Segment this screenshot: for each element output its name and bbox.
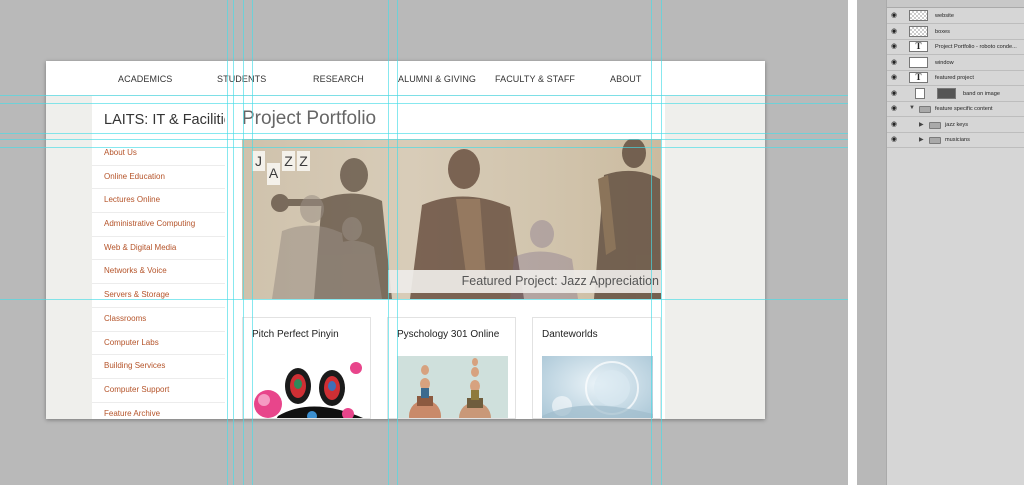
text-layer-icon: T	[909, 72, 928, 83]
eye-icon[interactable]: ◉	[891, 59, 899, 66]
folder-icon	[929, 137, 941, 144]
layer-row[interactable]: ◉ T Project Portfolio - roboto conde...	[887, 39, 1024, 55]
guide-vertical[interactable]	[243, 0, 244, 485]
guide-horizontal[interactable]	[0, 139, 848, 140]
layer-name: featured project	[935, 75, 974, 81]
sidebar-item-computer-support[interactable]: Computer Support	[92, 379, 225, 403]
layer-row[interactable]: ◉ website	[887, 8, 1024, 24]
guide-vertical[interactable]	[651, 0, 652, 485]
layer-thumbnail	[909, 25, 928, 37]
layers-panel: ◉ website ◉ boxes ◉ T Project Portfolio - robo…	[886, 0, 1024, 485]
layer-row[interactable]: ◉ ▶ musicians	[887, 132, 1024, 148]
sidebar-item-building-services[interactable]: Building Services	[92, 355, 225, 379]
eye-icon[interactable]: ◉	[891, 90, 899, 97]
disclosure-right-icon[interactable]: ▶	[919, 121, 924, 128]
sidebar-item-networks-voice[interactable]: Networks & Voice	[92, 260, 225, 285]
folder-icon	[919, 106, 931, 113]
sidebar-item-servers-storage[interactable]: Servers & Storage	[92, 284, 225, 308]
layer-mask-thumbnail	[937, 87, 956, 99]
guide-horizontal[interactable]	[0, 95, 848, 96]
layer-name: jazz keys	[945, 121, 969, 128]
card-title: Pyschology 301 Online	[397, 329, 500, 340]
layers-panel-header	[887, 0, 1024, 8]
main-content: Project Portfolio J A Z Z Featured Proje…	[225, 96, 665, 419]
project-card-pinyin[interactable]: Pitch Perfect Pinyin	[242, 317, 371, 419]
layer-name: feature specific content	[935, 106, 993, 112]
card-title: Danteworlds	[542, 329, 598, 340]
layer-name: band on image	[963, 90, 1001, 97]
photoshop-canvas: ACADEMICS STUDENTS RESEARCH ALUMNI & GIV…	[0, 0, 848, 485]
danteworlds-image	[542, 356, 653, 418]
sidebar-item-feature-archive[interactable]: Feature Archive	[92, 403, 225, 419]
layer-row[interactable]: ◉ ▼ feature specific content	[887, 101, 1024, 117]
layer-row[interactable]: ◉ window	[887, 55, 1024, 71]
guide-vertical[interactable]	[388, 0, 389, 485]
layer-name: website	[935, 13, 954, 19]
page-title: Project Portfolio	[242, 108, 377, 129]
layer-row[interactable]: ◉ ▶ jazz keys	[887, 117, 1024, 133]
top-navigation: ACADEMICS STUDENTS RESEARCH ALUMNI & GIV…	[46, 61, 765, 96]
folder-icon	[929, 121, 941, 129]
sidebar: LAITS: IT & Facilities About Us Online E…	[92, 96, 239, 419]
layer-name: musicians	[945, 137, 970, 143]
sidebar-item-web-digital-media[interactable]: Web & Digital Media	[92, 237, 225, 261]
guide-horizontal[interactable]	[0, 103, 848, 104]
guide-vertical[interactable]	[252, 0, 253, 485]
website-mockup: ACADEMICS STUDENTS RESEARCH ALUMNI & GIV…	[46, 61, 765, 419]
layer-row[interactable]: ◉ band on image	[887, 86, 1024, 102]
guide-vertical[interactable]	[661, 0, 662, 485]
sidebar-item-online-education[interactable]: Online Education	[92, 166, 225, 190]
guide-horizontal[interactable]	[0, 133, 848, 134]
panel-divider	[848, 0, 857, 485]
layer-thumbnail	[909, 10, 928, 21]
nav-students[interactable]: STUDENTS	[217, 74, 266, 84]
guide-vertical[interactable]	[227, 0, 228, 485]
guide-vertical[interactable]	[397, 0, 398, 485]
layer-row[interactable]: ◉ boxes	[887, 24, 1024, 40]
pinyin-pattern-image	[252, 356, 363, 418]
guide-horizontal[interactable]	[0, 147, 848, 148]
eye-icon[interactable]: ◉	[891, 43, 899, 50]
layer-thumbnail	[909, 56, 928, 68]
disclosure-right-icon[interactable]: ▶	[919, 136, 924, 143]
eye-icon[interactable]: ◉	[891, 121, 899, 128]
eye-icon[interactable]: ◉	[891, 105, 899, 112]
text-layer-icon: T	[909, 41, 928, 52]
nav-academics[interactable]: ACADEMICS	[118, 74, 172, 84]
featured-project-caption: Featured Project: Jazz Appreciation	[388, 270, 661, 293]
site-title[interactable]: LAITS: IT & Facilities	[104, 112, 239, 128]
guide-horizontal[interactable]	[0, 299, 848, 300]
nav-about[interactable]: ABOUT	[610, 74, 642, 84]
featured-project-banner[interactable]: J A Z Z Featured Project: Jazz Appreciat…	[242, 139, 661, 299]
sidebar-item-computer-labs[interactable]: Computer Labs	[92, 332, 225, 356]
sidebar-item-lectures-online[interactable]: Lectures Online	[92, 189, 225, 214]
eye-icon[interactable]: ◉	[891, 136, 899, 143]
layer-row[interactable]: ◉ Tfeatured project	[887, 70, 1024, 86]
eye-icon[interactable]: ◉	[891, 28, 899, 35]
nav-research[interactable]: RESEARCH	[313, 74, 364, 84]
sidebar-item-about-us[interactable]: About Us	[92, 142, 225, 166]
nav-faculty-staff[interactable]: FACULTY & STAFF	[495, 74, 575, 84]
eye-icon[interactable]: ◉	[891, 74, 899, 81]
card-title: Pitch Perfect Pinyin	[252, 329, 339, 340]
nav-alumni-giving[interactable]: ALUMNI & GIVING	[398, 74, 476, 84]
guide-vertical[interactable]	[233, 0, 234, 485]
layer-name: window	[935, 59, 954, 66]
disclosure-down-icon[interactable]: ▼	[909, 105, 915, 111]
project-card-danteworlds[interactable]: Danteworlds	[532, 317, 661, 419]
project-card-psychology[interactable]: Pyschology 301 Online	[387, 317, 516, 419]
layer-name: boxes	[935, 28, 950, 35]
eye-icon[interactable]: ◉	[891, 12, 899, 19]
layer-name: Project Portfolio - roboto conde...	[935, 44, 1017, 50]
sidebar-item-administrative-computing[interactable]: Administrative Computing	[92, 213, 225, 237]
sidebar-item-classrooms[interactable]: Classrooms	[92, 308, 225, 332]
side-navigation: About Us Online Education Lectures Onlin…	[92, 142, 225, 419]
psychology-heads-image	[397, 356, 508, 418]
layer-thumbnail	[915, 87, 925, 99]
